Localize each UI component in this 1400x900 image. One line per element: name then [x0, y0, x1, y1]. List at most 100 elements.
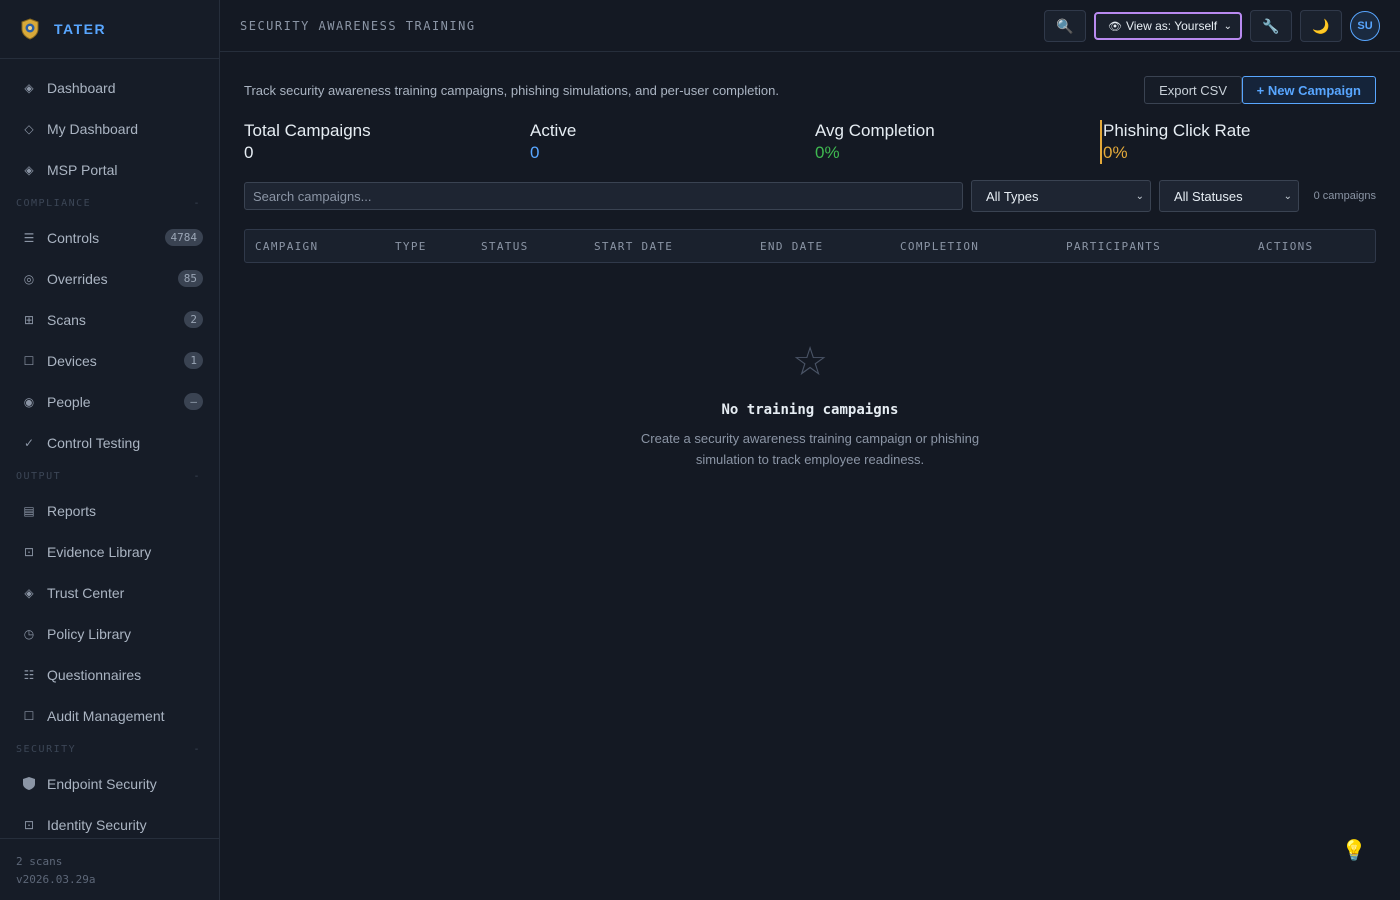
column-header-completion[interactable]: COMPLETION: [900, 240, 979, 253]
sidebar-item-dashboard[interactable]: ◈ Dashboard: [0, 67, 219, 108]
tools-button[interactable]: 🔧: [1250, 10, 1292, 42]
sidebar-item-label: Endpoint Security: [47, 775, 157, 792]
eye-icon: 👁: [1108, 20, 1122, 33]
grid-icon: ⊞: [23, 312, 35, 327]
sidebar-item-label: Dashboard: [47, 79, 116, 96]
sidebar-item-policy-library[interactable]: ◷ Policy Library: [0, 613, 219, 654]
stat-avg-completion: Avg Completion 0%: [815, 120, 935, 164]
square-icon: ☐: [23, 708, 35, 723]
stat-value: 0: [244, 143, 254, 162]
sidebar-item-label: Reports: [47, 502, 97, 519]
column-header-participants[interactable]: PARTICIPANTS: [1066, 240, 1161, 253]
export-csv-button[interactable]: Export CSV: [1144, 76, 1242, 104]
campaigns-table-header: CAMPAIGN TYPE STATUS START DATE END DATE…: [244, 229, 1376, 263]
square-icon: ☐: [23, 353, 35, 368]
sidebar-item-questionnaires[interactable]: ☷ Questionnaires: [0, 654, 219, 695]
sidebar-item-label: People: [47, 393, 91, 410]
theme-toggle-button[interactable]: 🌙: [1300, 10, 1342, 42]
view-as-select[interactable]: 👁 View as: Yourself ⌄: [1094, 12, 1242, 40]
count-badge: 4784: [164, 229, 203, 246]
column-header-campaign[interactable]: CAMPAIGN: [255, 240, 318, 253]
sidebar-item-label: Evidence Library: [47, 543, 152, 560]
stat-total-campaigns: Total Campaigns 0: [244, 120, 371, 164]
sidebar-footer: 2 scans v2026.03.29a: [0, 838, 219, 900]
stat-active: Active 0: [530, 120, 576, 164]
chevron-down-icon: ⌄: [1223, 20, 1232, 32]
sidebar-item-audit-management[interactable]: ☐ Audit Management: [0, 695, 219, 736]
sidebar-nav: ◈ Dashboard ◇ My Dashboard ◈ MSP Portal …: [0, 67, 219, 845]
stats-row: Total Campaigns 0 Active 0 Avg Completio…: [244, 120, 1376, 164]
type-filter-select[interactable]: All Types ⌄: [971, 180, 1151, 212]
stat-label: Active: [530, 121, 577, 140]
empty-state-line: simulation to track employee readiness.: [695, 452, 925, 467]
stat-value: 0%: [815, 143, 840, 162]
section-label: SECURITY: [16, 744, 77, 755]
star-icon: ☆: [792, 340, 828, 384]
sidebar-item-reports[interactable]: ▤ Reports: [0, 490, 219, 531]
search-icon: 🔍: [1056, 17, 1074, 34]
stat-value: 0%: [1103, 143, 1128, 162]
column-header-end-date[interactable]: END DATE: [760, 240, 823, 253]
sidebar-item-label: MSP Portal: [47, 161, 118, 178]
diamond-icon: ◈: [24, 162, 34, 177]
sidebar-item-label: Scans: [47, 311, 86, 328]
count-badge: 1: [184, 352, 203, 369]
sidebar-item-control-testing[interactable]: ✓ Control Testing: [0, 422, 219, 463]
sidebar-item-devices[interactable]: ☐ Devices 1: [0, 340, 219, 381]
sidebar-item-evidence-library[interactable]: ⊡ Evidence Library: [0, 531, 219, 572]
list-icon: ☰: [23, 230, 35, 245]
brand[interactable]: TATER: [0, 0, 219, 59]
status-filter-select[interactable]: All Statuses ⌄: [1159, 180, 1299, 212]
section-output[interactable]: OUTPUT -: [0, 463, 219, 490]
checklist-icon: ☷: [23, 667, 35, 682]
wrench-icon: 🔧: [1262, 17, 1280, 34]
main-content: Track security awareness training campai…: [244, 52, 1376, 900]
empty-state-title: No training campaigns: [721, 402, 899, 418]
brand-name: TATER: [54, 21, 107, 37]
sidebar-item-label: Overrides: [47, 270, 108, 287]
section-toggle[interactable]: -: [193, 744, 201, 755]
count-badge: 2: [184, 311, 203, 328]
empty-state-line: Create a security awareness training cam…: [640, 431, 980, 446]
topbar: SECURITY AWARENESS TRAINING 🔍 👁 View as:…: [220, 0, 1400, 52]
section-security[interactable]: SECURITY -: [0, 736, 219, 763]
sidebar-item-label: Trust Center: [47, 584, 125, 601]
column-header-start-date[interactable]: START DATE: [594, 240, 673, 253]
sidebar-item-label: Devices: [47, 352, 97, 369]
section-toggle[interactable]: -: [193, 198, 201, 209]
sidebar-item-label: Policy Library: [47, 625, 132, 642]
tips-button[interactable]: 💡: [1338, 834, 1370, 866]
topbar-actions: 🔍 👁 View as: Yourself ⌄ 🔧 🌙 SU: [1036, 10, 1380, 42]
scan-count: 2 scans: [16, 855, 63, 868]
section-compliance[interactable]: COMPLIANCE -: [0, 190, 219, 217]
search-button[interactable]: 🔍: [1044, 10, 1086, 42]
checkmark-icon: ✓: [23, 435, 35, 450]
column-header-type[interactable]: TYPE: [395, 240, 427, 253]
sidebar-item-overrides[interactable]: ◎ Overrides 85: [0, 258, 219, 299]
count-badge: –: [184, 393, 203, 410]
section-label: OUTPUT: [16, 471, 62, 482]
sidebar-item-msp-portal[interactable]: ◈ MSP Portal: [0, 149, 219, 190]
stat-phishing-click-rate: Phishing Click Rate 0%: [1100, 120, 1250, 164]
sidebar-item-label: My Dashboard: [47, 120, 139, 137]
chevron-down-icon: ⌄: [1283, 190, 1292, 202]
sidebar-item-people[interactable]: ◉ People –: [0, 381, 219, 422]
sidebar-item-label: Controls: [47, 229, 100, 246]
new-campaign-button[interactable]: + New Campaign: [1241, 76, 1376, 104]
avatar[interactable]: SU: [1350, 11, 1380, 41]
campaign-count: 0 campaigns: [1313, 190, 1376, 202]
column-header-status[interactable]: STATUS: [481, 240, 529, 253]
sidebar-item-controls[interactable]: ☰ Controls 4784: [0, 217, 219, 258]
chevron-down-icon: ⌄: [1135, 190, 1144, 202]
empty-state: ☆ No training campaigns Create a securit…: [244, 340, 1376, 470]
sidebar-item-trust-center[interactable]: ◈ Trust Center: [0, 572, 219, 613]
sidebar-item-scans[interactable]: ⊞ Scans 2: [0, 299, 219, 340]
sidebar-item-my-dashboard[interactable]: ◇ My Dashboard: [0, 108, 219, 149]
sidebar-item-endpoint-security[interactable]: Endpoint Security: [0, 763, 219, 804]
section-toggle[interactable]: -: [193, 471, 201, 482]
status-filter-value: All Statuses: [1174, 188, 1243, 204]
moon-icon: 🌙: [1312, 17, 1330, 34]
search-input[interactable]: [244, 182, 963, 210]
lightbulb-icon: 💡: [1341, 839, 1367, 862]
shield-icon: [22, 777, 36, 791]
